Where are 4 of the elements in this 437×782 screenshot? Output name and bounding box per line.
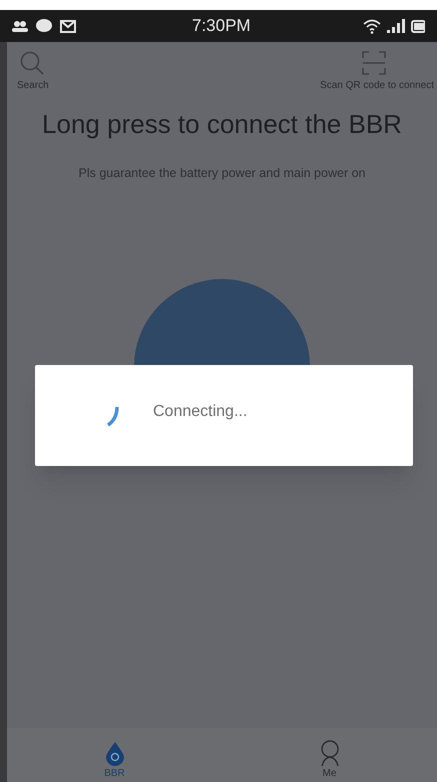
clock: 7:30PM xyxy=(192,15,251,38)
loading-message: Connecting... xyxy=(153,402,248,422)
heading: Long press to connect the BBR xyxy=(41,108,403,141)
hint-text: Pls guarantee the battery power and main power on xyxy=(78,165,366,182)
